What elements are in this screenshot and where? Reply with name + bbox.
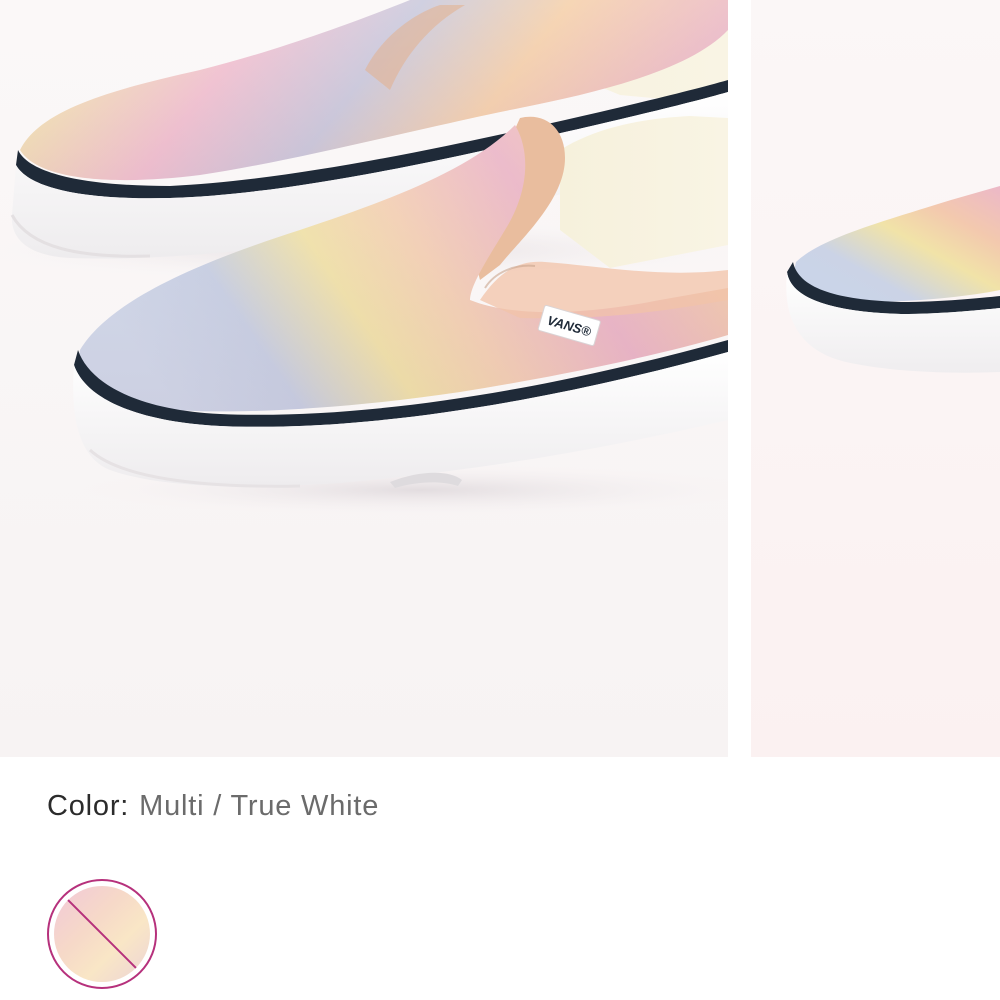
shoe-photo: VANS® — [0, 0, 728, 516]
product-page: VANS® Color: Multi / True White — [0, 0, 1000, 1000]
shoe-photo-partial — [786, 186, 1000, 373]
color-selection-row: Color: Multi / True White — [47, 790, 379, 823]
unavailable-slash-icon — [54, 886, 150, 982]
product-image-carousel[interactable]: VANS® — [0, 0, 1000, 757]
color-label: Color: — [47, 790, 130, 822]
swatch-fill — [54, 886, 150, 982]
product-image-next[interactable] — [751, 0, 1000, 757]
product-image-main[interactable]: VANS® — [0, 0, 728, 757]
color-swatch-multi-true-white[interactable] — [47, 879, 157, 989]
color-value: Multi / True White — [139, 790, 380, 822]
